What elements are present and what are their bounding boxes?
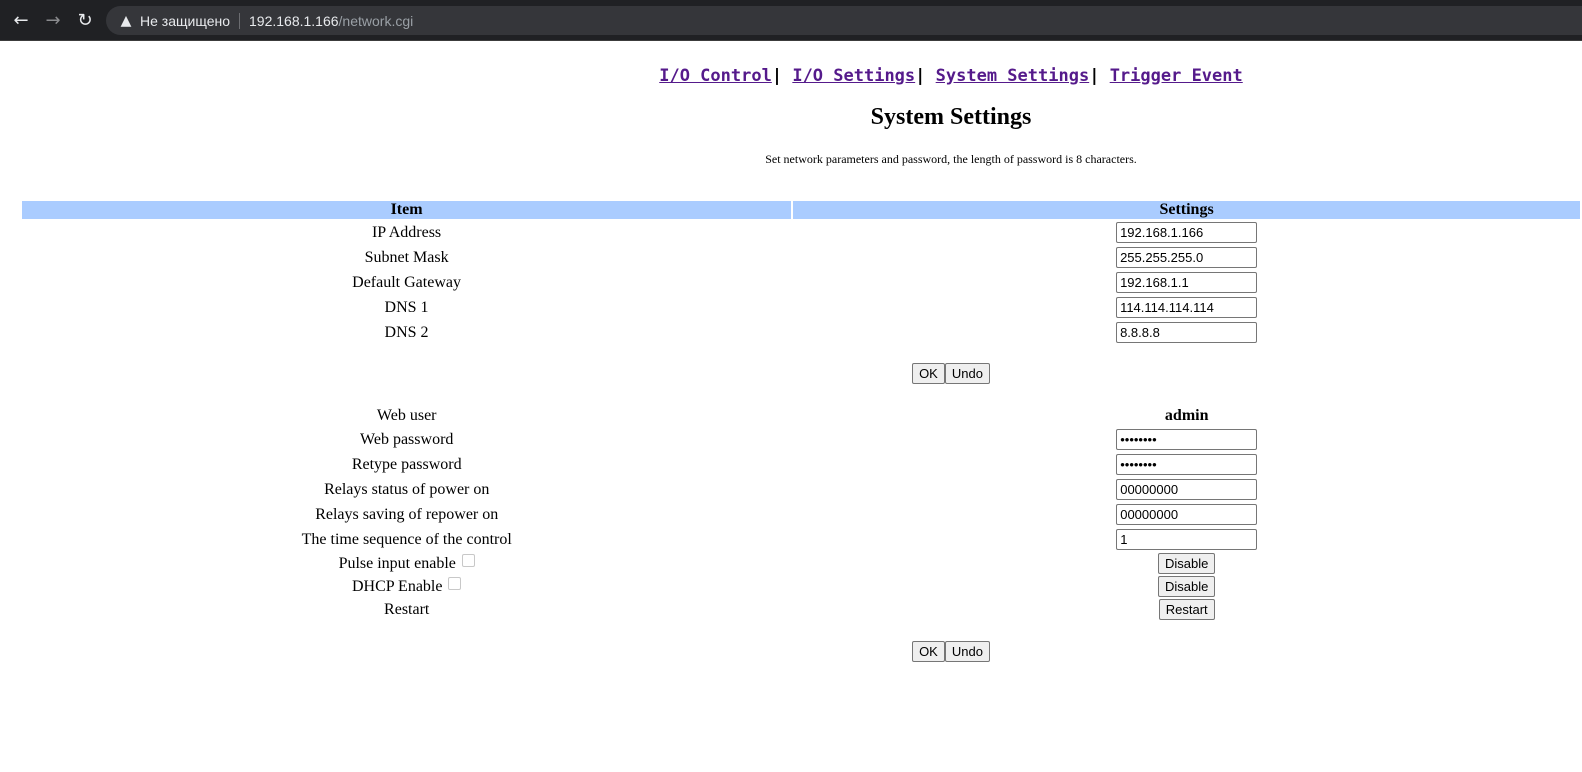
table-row: DNS 1: [22, 296, 1580, 319]
warning-icon[interactable]: ▲: [118, 13, 134, 29]
table-row: Retype password: [22, 453, 1580, 476]
browser-toolbar: ← → ↻ ▲ Не защищено 192.168.1.166/networ…: [0, 0, 1582, 41]
subnet-mask-label: Subnet Mask: [364, 248, 449, 266]
time-sequence-input[interactable]: [1116, 529, 1258, 550]
retype-password-input[interactable]: [1116, 454, 1258, 475]
default-gateway-label: Default Gateway: [352, 273, 461, 291]
relays-power-on-label: Relays status of power on: [324, 480, 490, 498]
nav-link-io-control[interactable]: I/O Control: [659, 66, 772, 86]
page-description: Set network parameters and password, the…: [765, 152, 1137, 166]
table-row: Relays status of power on: [22, 478, 1580, 501]
table-row: IP Address: [22, 221, 1580, 244]
web-user-label: Web user: [376, 406, 437, 424]
not-secure-label[interactable]: Не защищено: [140, 13, 230, 29]
account-settings-table: Web user admin Web password Retype passw…: [20, 403, 1582, 622]
dns1-input[interactable]: [1116, 297, 1258, 318]
web-password-input[interactable]: [1116, 429, 1258, 450]
table-row: Default Gateway: [22, 271, 1580, 294]
restart-button[interactable]: Restart: [1158, 599, 1215, 620]
top-navigation: I/O Control| I/O Settings| System Settin…: [0, 66, 1582, 86]
dns2-input[interactable]: [1116, 322, 1258, 343]
nav-link-io-settings[interactable]: I/O Settings: [792, 66, 915, 86]
ip-address-input[interactable]: [1116, 222, 1258, 243]
reload-icon[interactable]: ↻: [74, 9, 96, 31]
dhcp-disable-button[interactable]: Disable: [1158, 576, 1216, 597]
table-row: Pulse input enable Disable: [22, 553, 1580, 574]
pulse-input-checkbox[interactable]: [461, 554, 475, 567]
ip-address-label: IP Address: [371, 223, 442, 241]
address-separator: [239, 12, 240, 29]
retype-password-label: Retype password: [351, 455, 462, 473]
network-ok-button[interactable]: OK: [912, 363, 945, 384]
account-form-actions: OK Undo: [0, 641, 1582, 662]
table-row: Web user admin: [22, 405, 1580, 426]
table-row: Subnet Mask: [22, 246, 1580, 269]
page-content: I/O Control| I/O Settings| System Settin…: [0, 40, 1582, 772]
table-row: Web password: [22, 428, 1580, 451]
default-gateway-input[interactable]: [1116, 272, 1258, 293]
table-row: Relays saving of repower on: [22, 503, 1580, 526]
account-ok-button[interactable]: OK: [912, 641, 945, 662]
time-sequence-label: The time sequence of the control: [301, 530, 512, 548]
settings-column-header: Settings: [793, 201, 1580, 219]
relays-repower-input[interactable]: [1116, 504, 1258, 525]
table-row: The time sequence of the control: [22, 528, 1580, 551]
relays-power-on-input[interactable]: [1116, 479, 1258, 500]
nav-separator: |: [915, 66, 926, 86]
dns2-label: DNS 2: [384, 323, 429, 341]
page-title: System Settings: [870, 104, 1032, 130]
url-host[interactable]: 192.168.1.166: [249, 13, 339, 29]
restart-label: Restart: [384, 600, 430, 618]
nav-separator: |: [1089, 66, 1100, 86]
relays-repower-label: Relays saving of repower on: [315, 505, 499, 523]
forward-arrow-icon[interactable]: →: [42, 9, 64, 31]
nav-link-system-settings[interactable]: System Settings: [936, 66, 1090, 86]
account-undo-button[interactable]: Undo: [944, 641, 990, 662]
web-password-label: Web password: [360, 430, 454, 448]
nav-separator: |: [771, 66, 783, 86]
network-undo-button[interactable]: Undo: [944, 363, 990, 384]
table-header-row: Item Settings: [22, 201, 1580, 219]
table-row: DNS 2: [22, 321, 1580, 344]
nav-link-trigger-event[interactable]: Trigger Event: [1110, 66, 1243, 86]
table-row: DHCP Enable Disable: [22, 576, 1580, 597]
pulse-input-label: Pulse input enable: [338, 555, 456, 572]
item-column-header: Item: [22, 201, 792, 219]
address-bar[interactable]: ▲ Не защищено 192.168.1.166/network.cgi: [106, 6, 1582, 35]
network-form-actions: OK Undo: [0, 363, 1582, 384]
dhcp-label: DHCP Enable: [351, 578, 443, 595]
pulse-input-disable-button[interactable]: Disable: [1158, 553, 1216, 574]
subnet-mask-input[interactable]: [1116, 247, 1258, 268]
dns1-label: DNS 1: [384, 298, 429, 316]
dhcp-checkbox[interactable]: [448, 577, 462, 590]
web-user-value: admin: [1164, 406, 1209, 424]
network-settings-table: Item Settings IP Address Subnet Mask Def…: [20, 199, 1582, 346]
url-path[interactable]: /network.cgi: [339, 13, 414, 29]
table-row: Restart Restart: [22, 599, 1580, 620]
back-arrow-icon[interactable]: ←: [10, 9, 32, 31]
